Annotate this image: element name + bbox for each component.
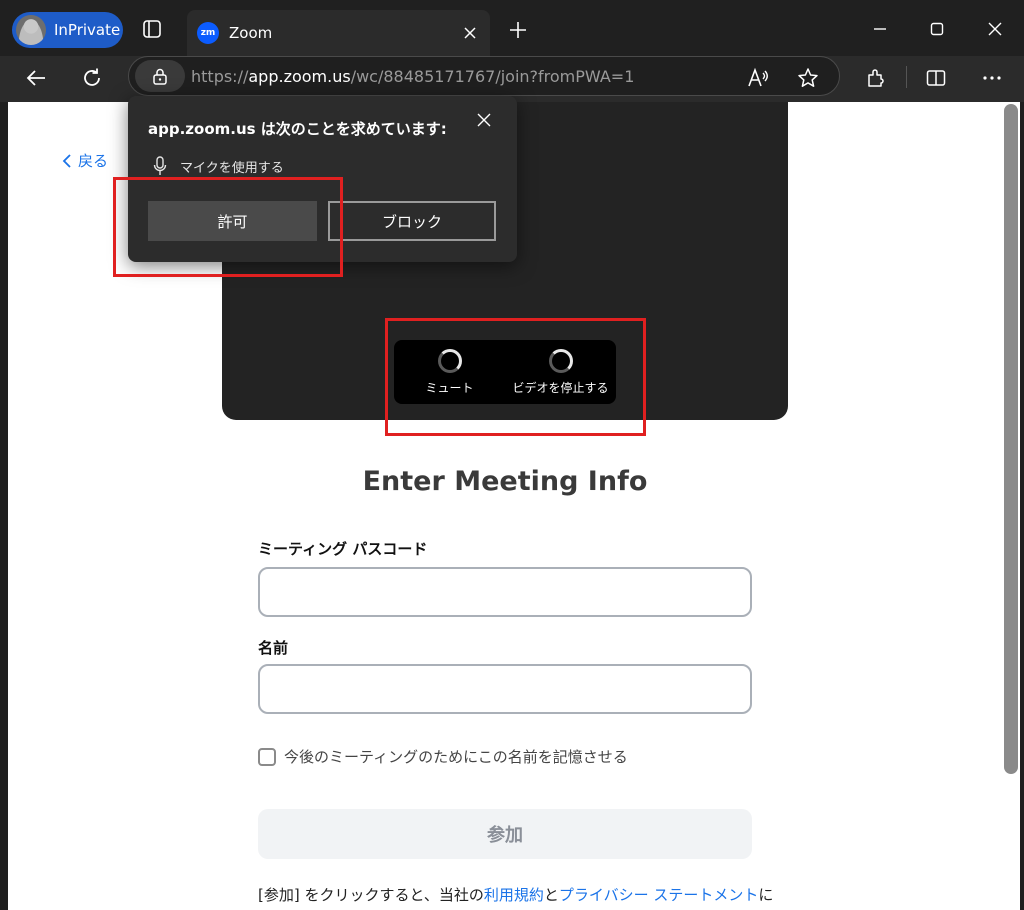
name-input[interactable] — [258, 664, 752, 714]
lock-icon — [153, 68, 167, 85]
favorite-star-icon[interactable] — [794, 64, 822, 92]
url-text: https://app.zoom.us/wc/88485171767/join?… — [191, 67, 634, 86]
inprivate-profile-button[interactable]: InPrivate — [12, 12, 123, 48]
privacy-statement-link[interactable]: プライバシー ステートメント — [559, 886, 758, 904]
url-scheme: https:// — [191, 66, 249, 86]
popup-title: app.zoom.us は次のことを求めています: — [148, 120, 447, 138]
site-info-button[interactable] — [135, 60, 185, 92]
tab-zoom[interactable]: zm Zoom — [187, 10, 490, 56]
terms-of-service-link[interactable]: 利用規約 — [484, 886, 544, 904]
close-window-icon[interactable] — [980, 14, 1010, 44]
refresh-icon[interactable] — [76, 62, 108, 94]
toolbar-divider — [906, 66, 907, 88]
inprivate-label: InPrivate — [54, 21, 121, 39]
tab-title: Zoom — [229, 24, 273, 42]
join-button[interactable]: 参加 — [258, 809, 752, 859]
terms-text: [参加] をクリックすると、当社の利用規約とプライバシー ステートメントに — [258, 884, 773, 905]
allow-highlight-box — [113, 177, 343, 277]
url-host: app.zoom.us — [248, 66, 351, 86]
url-path: /wc/88485171767/join?fromPWA=1 — [350, 66, 635, 86]
popup-close-icon[interactable] — [472, 108, 496, 132]
name-label: 名前 — [258, 639, 289, 657]
passcode-input[interactable] — [258, 567, 752, 617]
maximize-icon[interactable] — [922, 14, 952, 44]
back-link[interactable]: 戻る — [62, 150, 108, 171]
remember-name-label: 今後のミーティングのためにこの名前を記憶させる — [284, 748, 628, 766]
back-arrow-icon[interactable] — [20, 62, 52, 94]
read-aloud-icon[interactable] — [744, 64, 772, 92]
tab-actions-icon[interactable] — [140, 17, 164, 41]
new-tab-icon[interactable] — [506, 18, 530, 42]
terms-prefix: [参加] をクリックすると、当社の — [258, 886, 484, 904]
zoom-favicon-icon: zm — [197, 22, 219, 44]
page-title: Enter Meeting Info — [362, 466, 648, 497]
remember-name-checkbox[interactable] — [258, 747, 276, 766]
minimize-icon[interactable] — [865, 14, 895, 44]
remember-name-row[interactable]: 今後のミーティングのためにこの名前を記憶させる — [258, 746, 628, 767]
extensions-icon[interactable] — [862, 64, 890, 92]
terms-suffix: に — [758, 886, 774, 904]
split-screen-icon[interactable] — [922, 64, 950, 92]
scrollbar-thumb[interactable] — [1004, 104, 1018, 774]
address-bar[interactable]: https://app.zoom.us/wc/88485171767/join?… — [128, 56, 840, 96]
permission-text: マイクを使用する — [180, 161, 284, 176]
media-highlight-box — [385, 318, 646, 436]
avatar — [16, 15, 46, 45]
terms-and: と — [543, 886, 559, 904]
microphone-icon — [150, 155, 170, 177]
more-menu-icon[interactable] — [978, 64, 1006, 92]
back-link-label: 戻る — [78, 152, 109, 170]
tab-close-icon[interactable] — [458, 21, 482, 45]
passcode-label: ミーティング パスコード — [258, 540, 428, 558]
block-button[interactable]: ブロック — [328, 201, 496, 241]
chevron-left-icon — [62, 153, 71, 168]
